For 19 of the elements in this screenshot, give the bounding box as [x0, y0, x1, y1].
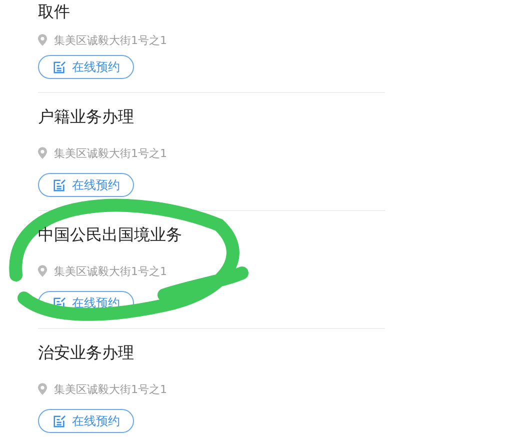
- service-title: 取件: [38, 1, 71, 23]
- edit-icon: [53, 296, 66, 310]
- book-online-button[interactable]: 在线预约: [38, 409, 134, 433]
- location-pin-icon: [38, 147, 47, 159]
- service-title: 户籍业务办理: [38, 106, 135, 128]
- edit-icon: [53, 178, 66, 192]
- edit-icon: [53, 414, 66, 428]
- book-online-button[interactable]: 在线预约: [38, 55, 134, 79]
- service-title: 治安业务办理: [38, 342, 135, 364]
- address-text: 集美区诚毅大街1号之1: [54, 264, 167, 278]
- address-text: 集美区诚毅大街1号之1: [54, 146, 167, 160]
- edit-icon: [53, 60, 66, 74]
- service-title: 中国公民出国境业务: [38, 224, 183, 246]
- address-text: 集美区诚毅大街1号之1: [54, 32, 167, 48]
- location-pin-icon: [38, 383, 47, 395]
- book-online-button[interactable]: 在线预约: [38, 173, 134, 197]
- location-pin-icon: [38, 34, 47, 46]
- address-text: 集美区诚毅大街1号之1: [54, 382, 167, 396]
- location-pin-icon: [38, 265, 47, 277]
